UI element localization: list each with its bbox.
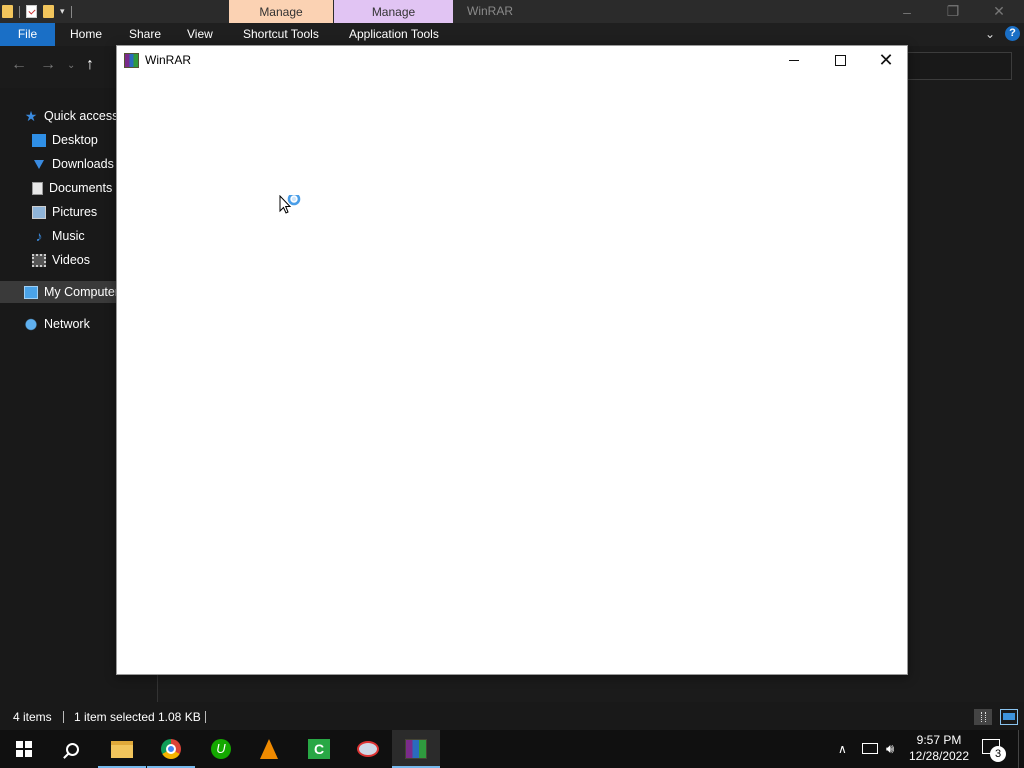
taskbar-clock[interactable]: 9:57 PM 12/28/2022 — [908, 732, 970, 764]
windows-logo-icon — [16, 741, 32, 757]
clock-time: 9:57 PM — [916, 733, 962, 747]
qat-separator — [70, 5, 72, 18]
status-bar: 4 items 1 item selected 1.08 KB — [0, 702, 1024, 730]
status-selection: 1 item selected — [74, 710, 155, 724]
explorer-close-button[interactable]: ✕ — [976, 0, 1022, 23]
explorer-window-title: WinRAR — [467, 4, 514, 18]
show-desktop-button[interactable] — [1018, 730, 1024, 768]
volume-icon[interactable]: 🔊︎ — [886, 730, 894, 768]
details-view-icon[interactable] — [974, 709, 992, 725]
taskbar-snipping-tool[interactable] — [344, 730, 392, 768]
notification-count-badge: 3 — [990, 746, 1006, 762]
taskbar-chrome[interactable] — [147, 730, 195, 768]
winrar-window-title: WinRAR — [145, 53, 192, 67]
upwork-icon: U — [211, 739, 231, 759]
recent-locations-chevron-icon[interactable]: ⌄ — [67, 60, 75, 71]
up-arrow-icon[interactable]: ↑ — [86, 56, 94, 74]
network-icon — [24, 317, 38, 331]
context-tab-manage-shortcut[interactable]: Manage — [229, 0, 333, 23]
explorer-titlebar: ▾ Manage Manage WinRAR – ❐ ✕ — [0, 0, 1024, 23]
nav-item-music[interactable]: ♪ Music — [32, 225, 85, 247]
explorer-minimize-button[interactable]: – — [884, 0, 930, 23]
star-icon: ★ — [24, 107, 38, 124]
nav-item-label: Downloads — [52, 157, 114, 171]
download-icon — [34, 159, 44, 169]
tab-file[interactable]: File — [0, 23, 55, 46]
winrar-minimize-button[interactable] — [771, 46, 817, 75]
winrar-maximize-button[interactable] — [817, 46, 863, 75]
quick-access-toolbar: ▾ — [0, 0, 72, 23]
status-size: 1.08 KB — [158, 710, 201, 724]
vlc-icon — [260, 739, 278, 759]
winrar-icon — [405, 739, 427, 759]
nav-item-desktop[interactable]: Desktop — [32, 129, 98, 151]
videos-icon — [32, 253, 46, 267]
forward-arrow-icon[interactable]: → — [40, 56, 56, 74]
large-icons-view-icon[interactable] — [1000, 709, 1018, 725]
nav-item-label: Network — [44, 317, 90, 331]
nav-item-label: Pictures — [52, 205, 98, 219]
taskbar-search-button[interactable] — [48, 730, 96, 768]
winrar-content-area — [117, 75, 907, 674]
desktop-icon — [32, 133, 46, 147]
nav-item-label: Videos — [52, 253, 90, 267]
nav-item-label: My Computer — [44, 285, 120, 299]
nav-item-network[interactable]: Network — [24, 313, 90, 335]
help-icon[interactable]: ? — [1005, 26, 1020, 41]
folder-icon[interactable] — [2, 5, 13, 18]
status-separator — [63, 711, 64, 723]
qat-customize-dropdown-icon[interactable]: ▾ — [60, 6, 65, 17]
network-tray-icon[interactable] — [862, 743, 878, 754]
search-icon — [65, 742, 79, 756]
explorer-restore-button[interactable]: ❐ — [930, 0, 976, 23]
busy-cursor-icon — [279, 195, 301, 214]
search-input[interactable] — [906, 52, 1012, 80]
taskbar-winrar[interactable] — [392, 730, 440, 768]
tab-home[interactable]: Home — [70, 23, 102, 46]
nav-item-pictures[interactable]: Pictures — [32, 201, 97, 223]
nav-item-documents[interactable]: Documents — [32, 177, 112, 199]
nav-item-quick-access[interactable]: ★ Quick access — [24, 105, 119, 127]
music-icon: ♪ — [35, 227, 43, 244]
taskbar-vlc[interactable] — [245, 730, 293, 768]
taskbar-file-explorer[interactable] — [98, 730, 146, 768]
tab-view[interactable]: View — [187, 23, 213, 46]
pictures-icon — [32, 205, 46, 219]
file-explorer-icon — [111, 740, 133, 758]
tab-shortcut-tools[interactable]: Shortcut Tools — [243, 23, 319, 46]
nav-item-label: Quick access — [44, 109, 119, 123]
nav-item-label: Documents — [49, 181, 113, 195]
winrar-window[interactable]: WinRAR ✕ — [116, 45, 908, 675]
ribbon-expand-chevron-icon[interactable]: ⌄ — [985, 27, 995, 41]
show-hidden-icons-chevron-icon[interactable]: ∧ — [838, 730, 847, 768]
ribbon-tabs: File Home Share View Shortcut Tools Appl… — [0, 23, 1024, 46]
taskbar-camtasia[interactable]: C — [295, 730, 343, 768]
nav-item-downloads[interactable]: Downloads — [32, 153, 114, 175]
new-folder-icon[interactable] — [43, 5, 54, 18]
status-separator — [205, 711, 206, 723]
documents-icon — [32, 181, 43, 195]
winrar-app-icon — [124, 53, 139, 68]
clock-date: 12/28/2022 — [908, 749, 970, 763]
taskbar-upwork[interactable]: U — [197, 730, 245, 768]
computer-icon — [24, 285, 38, 299]
nav-item-label: Desktop — [52, 133, 98, 147]
snipping-tool-icon — [357, 741, 379, 757]
context-tab-manage-application[interactable]: Manage — [334, 0, 453, 23]
nav-item-label: Music — [52, 229, 85, 243]
chrome-icon — [161, 739, 181, 759]
pane-divider[interactable] — [157, 675, 158, 702]
qat-separator — [19, 5, 20, 18]
camtasia-icon: C — [308, 739, 330, 759]
status-item-count: 4 items — [13, 710, 52, 724]
tab-application-tools[interactable]: Application Tools — [349, 23, 439, 46]
tab-share[interactable]: Share — [129, 23, 161, 46]
start-button[interactable] — [0, 730, 48, 768]
taskbar: U C ∧ 🔊︎ 9:57 PM 12/28/2022 3 — [0, 730, 1024, 768]
winrar-titlebar[interactable]: WinRAR ✕ — [117, 46, 907, 75]
nav-item-videos[interactable]: Videos — [32, 249, 90, 271]
properties-icon[interactable] — [26, 5, 37, 18]
back-arrow-icon[interactable]: ← — [11, 56, 27, 74]
winrar-close-button[interactable]: ✕ — [863, 46, 909, 75]
